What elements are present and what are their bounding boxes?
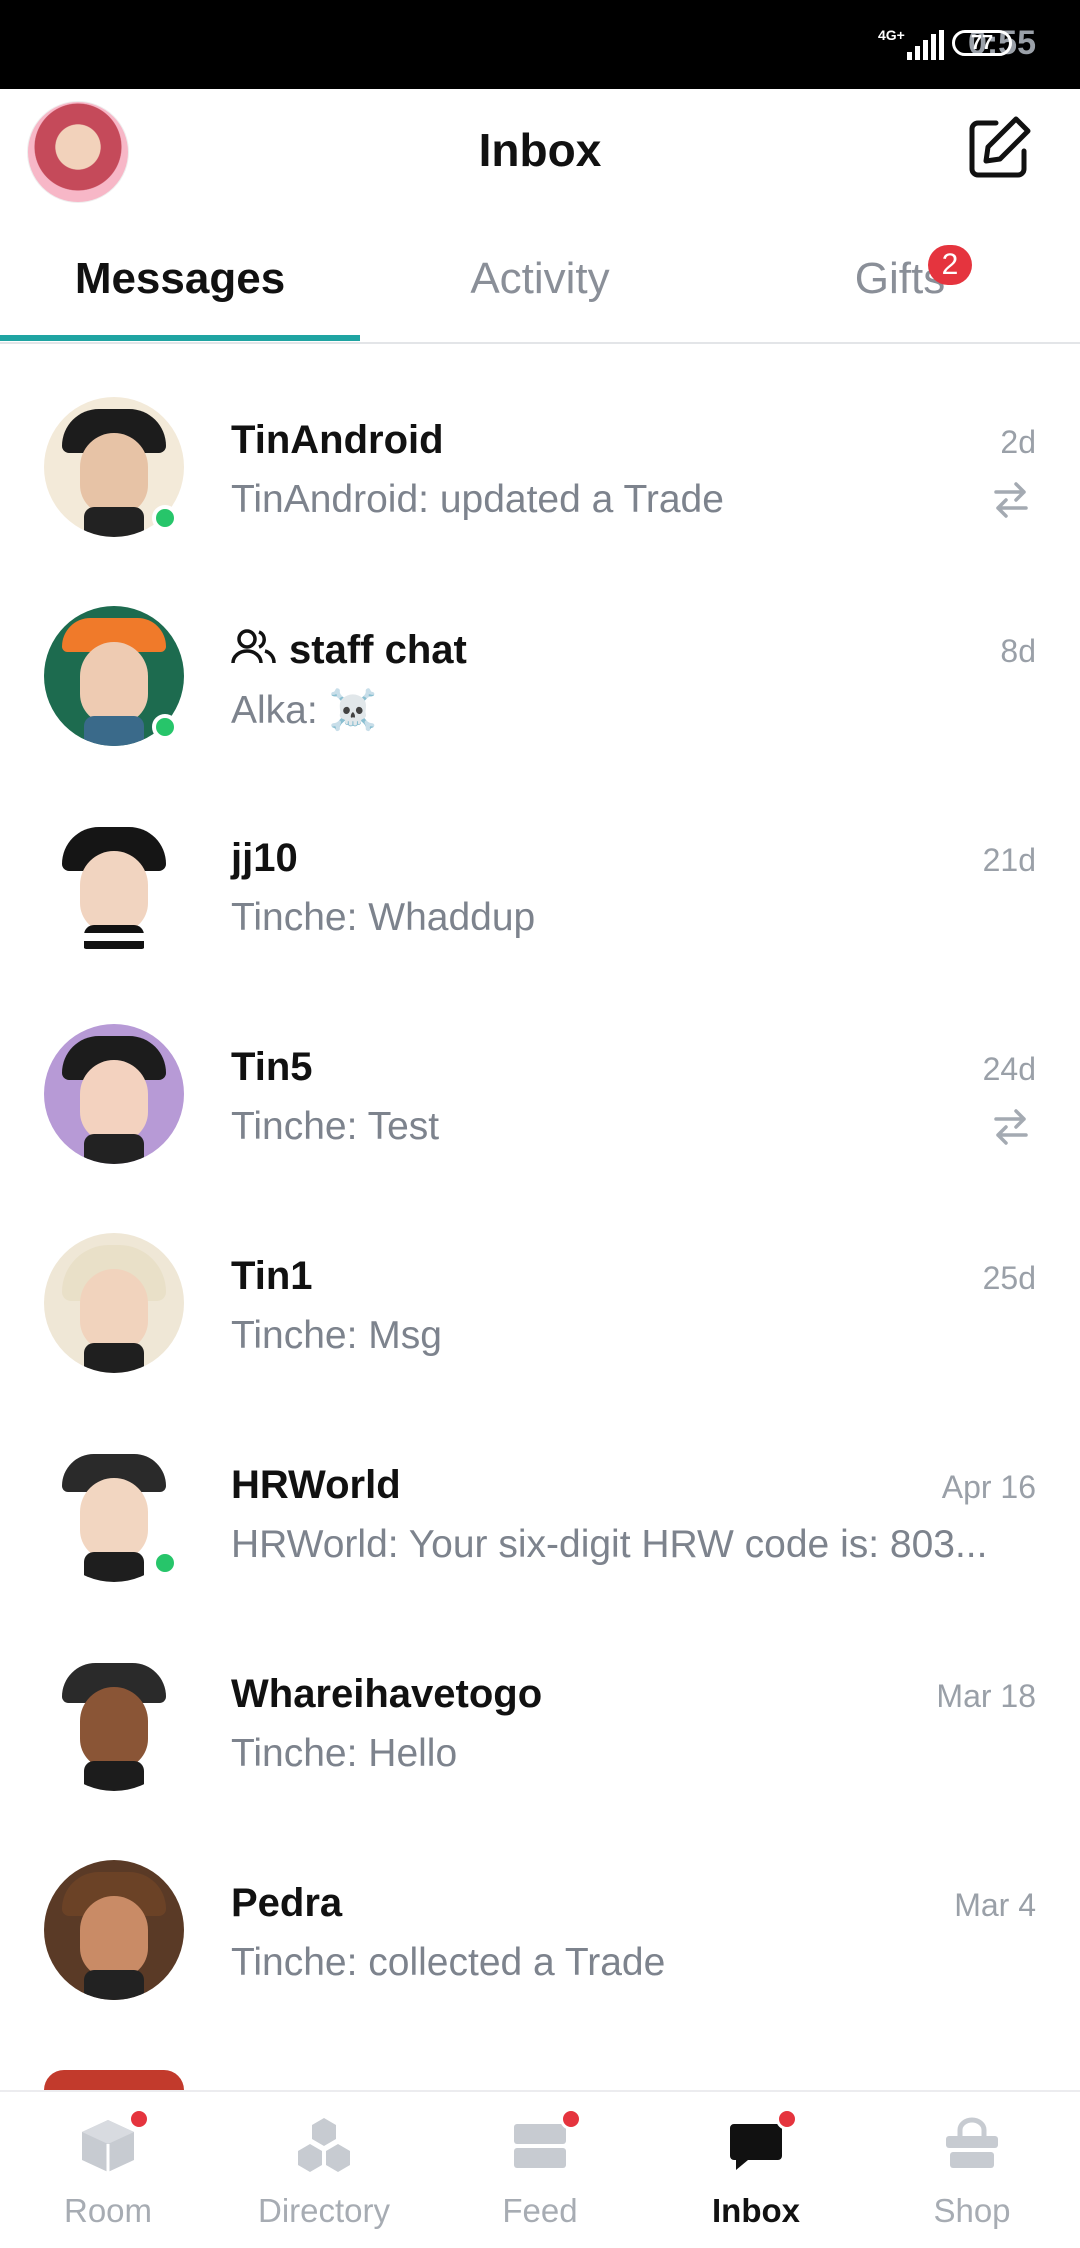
conversation-time: 24d	[982, 1051, 1036, 1087]
signal-icon	[907, 30, 944, 60]
nav-directory[interactable]: Directory	[216, 2092, 432, 2248]
nav-label: Inbox	[712, 2192, 800, 2229]
conversation-name: jj10	[231, 836, 298, 880]
avatar	[44, 1651, 184, 1791]
conversation-name-group: staff chat	[231, 627, 467, 673]
conversation-row[interactable]: jj10 Tinche: Whaddup 21d	[0, 763, 1080, 972]
nav-shop[interactable]: Shop	[864, 2092, 1080, 2248]
conversation-preview: Tinche: Whaddup	[231, 896, 536, 939]
conversation-time: 25d	[982, 1260, 1036, 1296]
bottom-nav: Room Directory Feed Inbox Shop	[0, 2090, 1080, 2248]
conversation-preview: TinAndroid: updated a Trade	[231, 478, 724, 521]
status-bar: 0:55 4G+ 77	[0, 0, 1080, 89]
network-type: 4G+	[878, 27, 905, 43]
conversation-name: HRWorld	[231, 1463, 401, 1507]
online-indicator	[152, 1550, 178, 1576]
avatar	[44, 1233, 184, 1373]
conversation-row[interactable]: HRWorld HRWorld: Your six-digit HRW code…	[0, 1390, 1080, 1599]
conversation-name: Tin5	[231, 1045, 313, 1089]
conversation-row[interactable]: staff chat Alka: ☠️ 8d	[0, 554, 1080, 763]
page-title: Inbox	[478, 124, 602, 176]
nav-label: Feed	[502, 2192, 578, 2229]
conversation-time: 2d	[1000, 424, 1036, 460]
nav-room[interactable]: Room	[0, 2092, 216, 2248]
conversation-row[interactable]: TinAndroid TinAndroid: updated a Trade 2…	[0, 345, 1080, 554]
app-header: Inbox	[0, 89, 1080, 219]
notification-dot	[776, 2108, 798, 2130]
conversation-row[interactable]: Whareihavetogo Tinche: Hello Mar 18	[0, 1599, 1080, 1808]
conversation-row[interactable]: Pedra Tinche: collected a Trade Mar 4	[0, 1808, 1080, 2017]
divider	[0, 342, 1080, 344]
tab-messages[interactable]: Messages	[0, 219, 360, 339]
trade-icon	[994, 482, 1028, 518]
conversation-preview: HRWorld: Your six-digit HRW code is: 803…	[231, 1523, 988, 1566]
online-indicator	[152, 505, 178, 531]
tab-activity[interactable]: Activity	[360, 219, 720, 339]
notification-dot	[560, 2108, 582, 2130]
conversation-time: 21d	[982, 842, 1036, 878]
conversation-name: Whareihavetogo	[231, 1672, 543, 1716]
compose-icon[interactable]	[966, 113, 1034, 181]
inbox-tabs: Messages Activity Gifts 2	[0, 219, 1080, 344]
trade-icon	[994, 1109, 1028, 1145]
nav-label: Room	[63, 2192, 153, 2229]
conversation-name: Tin1	[231, 1254, 313, 1298]
conversation-preview: Tinche: Msg	[231, 1314, 442, 1357]
conversation-time: Mar 18	[936, 1678, 1036, 1714]
conversation-preview: Alka: ☠️	[231, 689, 378, 732]
nav-inbox[interactable]: Inbox	[648, 2092, 864, 2248]
nav-feed[interactable]: Feed	[432, 2092, 648, 2248]
directory-icon	[298, 2118, 350, 2172]
conversation-preview: Tinche: collected a Trade	[231, 1941, 666, 1984]
avatar	[44, 815, 184, 955]
gifts-count-badge: 2	[928, 245, 972, 285]
online-indicator	[152, 714, 178, 740]
nav-label: Shop	[933, 2192, 1011, 2229]
conversation-row[interactable]: Tin1 Tinche: Msg 25d	[0, 1181, 1080, 1390]
conversation-name: staff chat	[289, 628, 467, 672]
conversation-preview: Tinche: Test	[231, 1105, 440, 1148]
conversation-name: Pedra	[231, 1881, 343, 1925]
conversation-time: 8d	[1000, 633, 1036, 669]
nav-label: Directory	[257, 2192, 391, 2229]
conversation-row[interactable]: Tin5 Tinche: Test 24d	[0, 972, 1080, 1181]
conversation-name: TinAndroid	[231, 418, 444, 462]
shop-icon	[946, 2117, 998, 2168]
conversation-time: Apr 16	[941, 1469, 1036, 1505]
avatar	[44, 2070, 184, 2090]
avatar	[44, 1860, 184, 2000]
conversation-time: Mar 4	[954, 1887, 1036, 1923]
avatar	[44, 1024, 184, 1164]
battery-icon: 77	[952, 30, 1012, 56]
group-icon	[231, 629, 276, 664]
conversation-preview: Tinche: Hello	[231, 1732, 458, 1775]
notification-dot	[128, 2108, 150, 2130]
active-tab-indicator	[0, 335, 360, 341]
tab-gifts[interactable]: Gifts	[720, 219, 1080, 339]
